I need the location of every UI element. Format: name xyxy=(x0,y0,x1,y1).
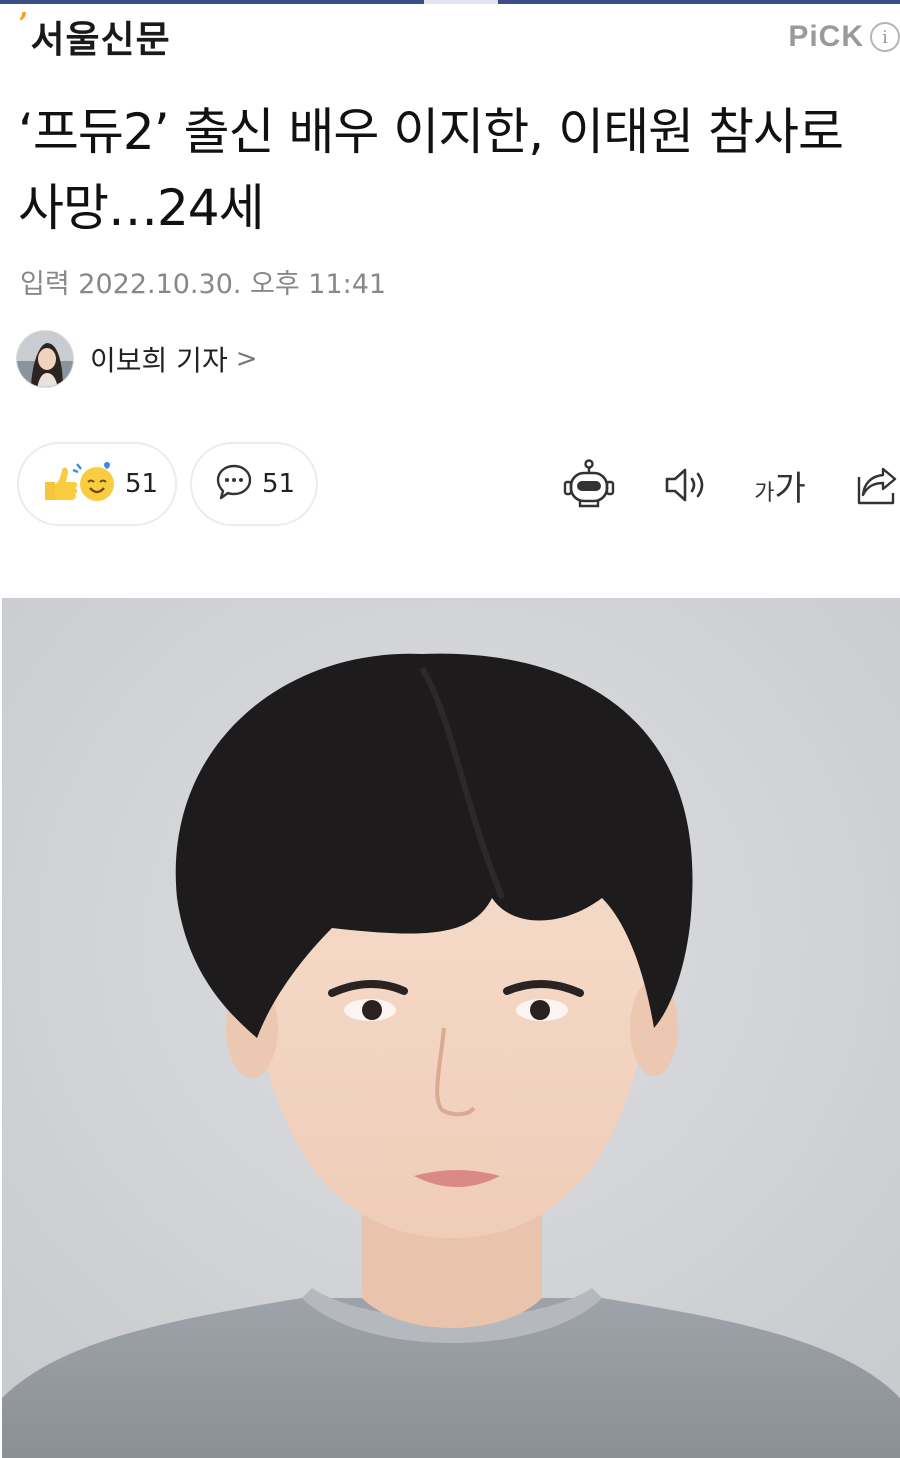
info-icon[interactable]: i xyxy=(870,22,900,52)
reporter-name: 이보희 기자 xyxy=(90,344,228,377)
pick-label: PiCK xyxy=(788,20,864,53)
speaker-icon xyxy=(665,468,704,502)
listen-button[interactable] xyxy=(656,456,714,514)
share-button[interactable] xyxy=(848,456,900,514)
font-size-icon: 가가 xyxy=(754,461,806,510)
comment-bubble-icon xyxy=(214,462,254,506)
avatar xyxy=(16,330,74,388)
reaction-count: 51 xyxy=(125,469,159,499)
comment-count: 51 xyxy=(262,469,296,499)
article-timestamp: 입력 2022.10.30. 오후 11:41 xyxy=(20,262,386,301)
font-size-button[interactable]: 가가 xyxy=(748,456,812,514)
comment-button[interactable]: 51 xyxy=(190,442,318,526)
reaction-button[interactable]: 51 xyxy=(17,442,177,526)
robot-icon xyxy=(563,459,615,508)
press-name: 서울신문 xyxy=(30,17,171,61)
press-logo[interactable]: ’ 서울신문 xyxy=(18,7,171,64)
press-logo-mark: ’ xyxy=(18,7,29,42)
font-size-small: 가 xyxy=(754,480,775,506)
article-headline: ‘프듀2’ 출신 배우 이지한, 이태원 참사로 사망…24세 xyxy=(18,103,844,237)
pick-badge[interactable]: PiCK i xyxy=(788,20,900,54)
article-photo xyxy=(2,598,900,1458)
timestamp-value: 2022.10.30. 오후 11:41 xyxy=(78,269,387,300)
summary-bot-button[interactable] xyxy=(560,456,618,514)
timestamp-label: 입력 xyxy=(20,269,70,300)
chevron-right-icon: > xyxy=(235,344,258,374)
top-progress-bar xyxy=(0,0,900,4)
share-icon xyxy=(857,467,897,505)
reporter-link[interactable]: 이보희 기자 > xyxy=(16,330,258,388)
font-size-large: 가 xyxy=(774,468,806,509)
reaction-emoji-icon xyxy=(41,460,117,508)
